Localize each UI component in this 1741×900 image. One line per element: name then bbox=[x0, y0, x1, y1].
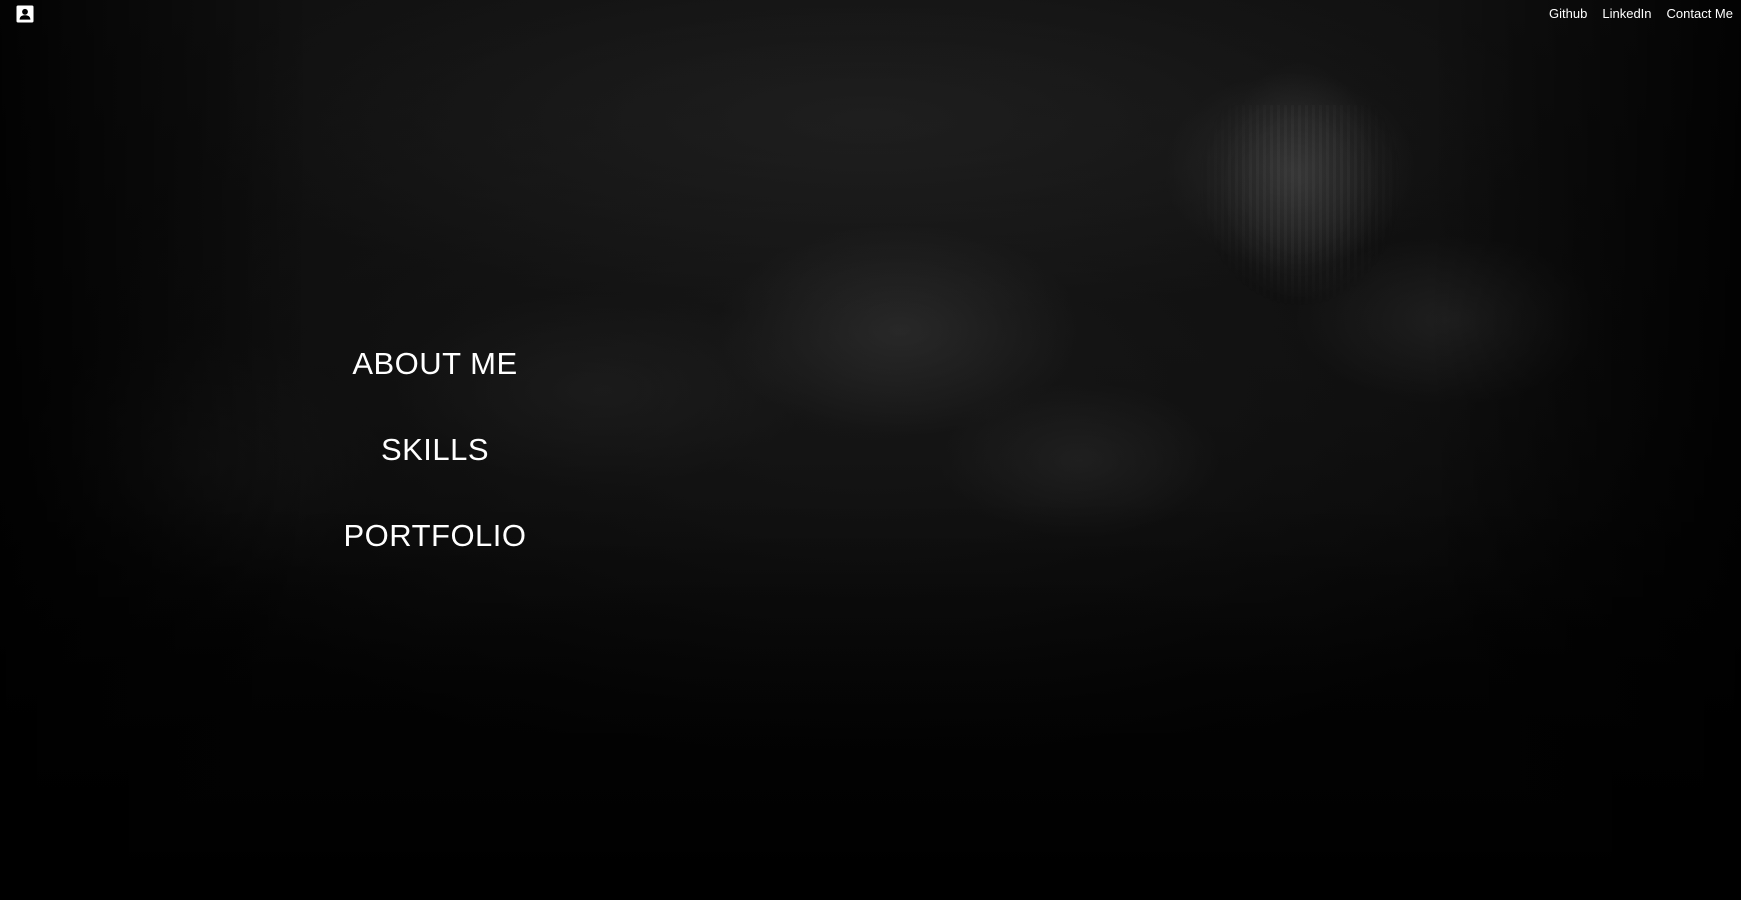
header-links: Github LinkedIn Contact Me bbox=[1549, 0, 1733, 28]
background-vignette bbox=[0, 0, 1741, 900]
contact-card-icon-svg bbox=[16, 5, 34, 23]
main-menu: ABOUT ME SKILLS PORTFOLIO bbox=[335, 336, 535, 564]
contact-me-link[interactable]: Contact Me bbox=[1667, 0, 1733, 28]
linkedin-link[interactable]: LinkedIn bbox=[1602, 0, 1651, 28]
github-link[interactable]: Github bbox=[1549, 0, 1587, 28]
contact-card-icon[interactable] bbox=[16, 5, 34, 23]
page: Github LinkedIn Contact Me ABOUT ME SKIL… bbox=[0, 0, 1741, 900]
menu-item-skills[interactable]: SKILLS bbox=[381, 422, 489, 478]
menu-item-portfolio[interactable]: PORTFOLIO bbox=[343, 508, 526, 564]
top-navbar: Github LinkedIn Contact Me bbox=[0, 0, 1741, 28]
menu-item-about-me[interactable]: ABOUT ME bbox=[352, 336, 517, 392]
